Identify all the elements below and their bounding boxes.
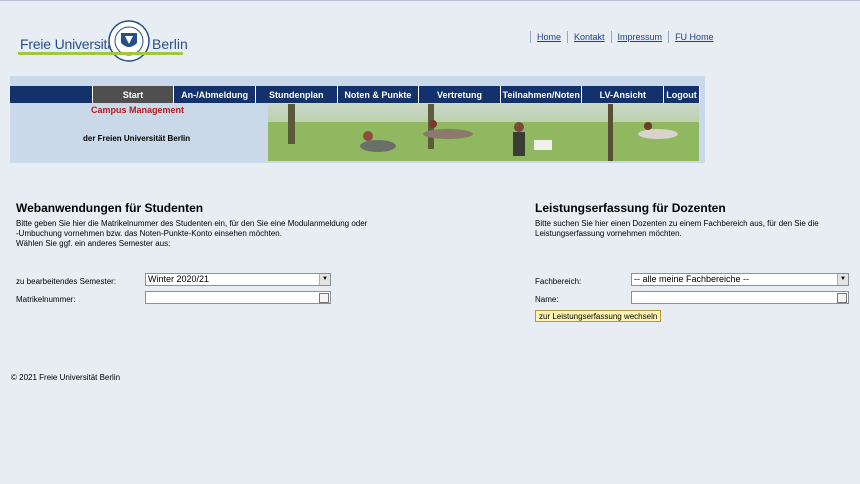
fachbereich-select-value: -- alle meine Fachbereiche -- <box>634 274 750 284</box>
name-input[interactable] <box>631 291 849 304</box>
link-kontakt[interactable]: Kontakt <box>567 31 611 43</box>
leistungserfassung-button[interactable]: zur Leistungserfassung wechseln <box>535 310 662 322</box>
banner-title: Campus Management <box>91 105 185 115</box>
nav-stundenplan[interactable]: Stundenplan <box>255 86 338 103</box>
students-desc-line: -Umbuchung vornehmen bzw. das Noten-Punk… <box>16 229 282 238</box>
nav-spacer <box>10 86 93 103</box>
semester-label: zu bearbeitendes Semester: <box>16 277 117 286</box>
lecturers-description: Bitte suchen Sie hier einen Dozenten zu … <box>535 219 819 239</box>
students-title: Webanwendungen für Studenten <box>16 201 204 215</box>
input-helper-icon <box>837 293 847 303</box>
lecturers-title: Leistungserfassung für Dozenten <box>535 201 726 215</box>
nav-anmeldung[interactable]: An-/Abmeldung <box>174 86 256 103</box>
nav-teilnahmen-noten[interactable]: Teilnahmen/Noten <box>500 86 583 103</box>
semester-select[interactable]: Winter 2020/21 ▼ <box>145 273 331 286</box>
input-helper-icon <box>319 293 329 303</box>
fachbereich-select[interactable]: -- alle meine Fachbereiche -- ▼ <box>631 273 849 286</box>
nav-logout[interactable]: Logout <box>664 86 700 103</box>
footer-copyright: © 2021 Freie Universität Berlin <box>11 373 121 382</box>
lecturers-desc-line: Leistungserfassung vornehmen möchten. <box>535 229 682 238</box>
students-description: Bitte geben Sie hier die Matrikelnummer … <box>16 219 367 249</box>
nav-start[interactable]: Start <box>92 86 175 103</box>
top-border <box>0 0 860 1</box>
fu-logo[interactable]: Freie Universität Berlin <box>18 20 188 68</box>
logo-text-right: Berlin <box>152 36 188 52</box>
top-links: Home Kontakt Impressum FU Home <box>530 31 720 43</box>
semester-select-value: Winter 2020/21 <box>148 274 210 284</box>
matrikel-label: Matrikelnummer: <box>16 295 76 304</box>
nav-vertretung[interactable]: Vertretung <box>419 86 501 103</box>
chevron-down-icon: ▼ <box>319 274 330 285</box>
link-fu-home[interactable]: FU Home <box>668 31 720 43</box>
logo-text-left: Freie Universität <box>20 36 119 52</box>
link-impressum[interactable]: Impressum <box>610 31 669 43</box>
nav-noten-punkte[interactable]: Noten & Punkte <box>337 86 420 103</box>
campus-photo <box>268 104 699 161</box>
link-home[interactable]: Home <box>530 31 567 43</box>
name-label: Name: <box>535 295 559 304</box>
students-desc-line: Wählen Sie ggf. ein anderes Semester aus… <box>16 239 171 248</box>
matrikel-input[interactable] <box>145 291 331 304</box>
nav-lv-ansicht[interactable]: LV-Ansicht <box>582 86 665 103</box>
university-seal-icon <box>108 20 150 62</box>
main-nav: Start An-/Abmeldung Stundenplan Noten & … <box>10 86 700 103</box>
logo-underline <box>18 52 183 55</box>
students-desc-line: Bitte geben Sie hier die Matrikelnummer … <box>16 219 368 228</box>
fachbereich-label: Fachbereich: <box>535 277 582 286</box>
banner-subtitle: der Freien Universität Berlin <box>83 134 191 143</box>
lecturers-desc-line: Bitte suchen Sie hier einen Dozenten zu … <box>535 219 819 228</box>
chevron-down-icon: ▼ <box>837 274 848 285</box>
